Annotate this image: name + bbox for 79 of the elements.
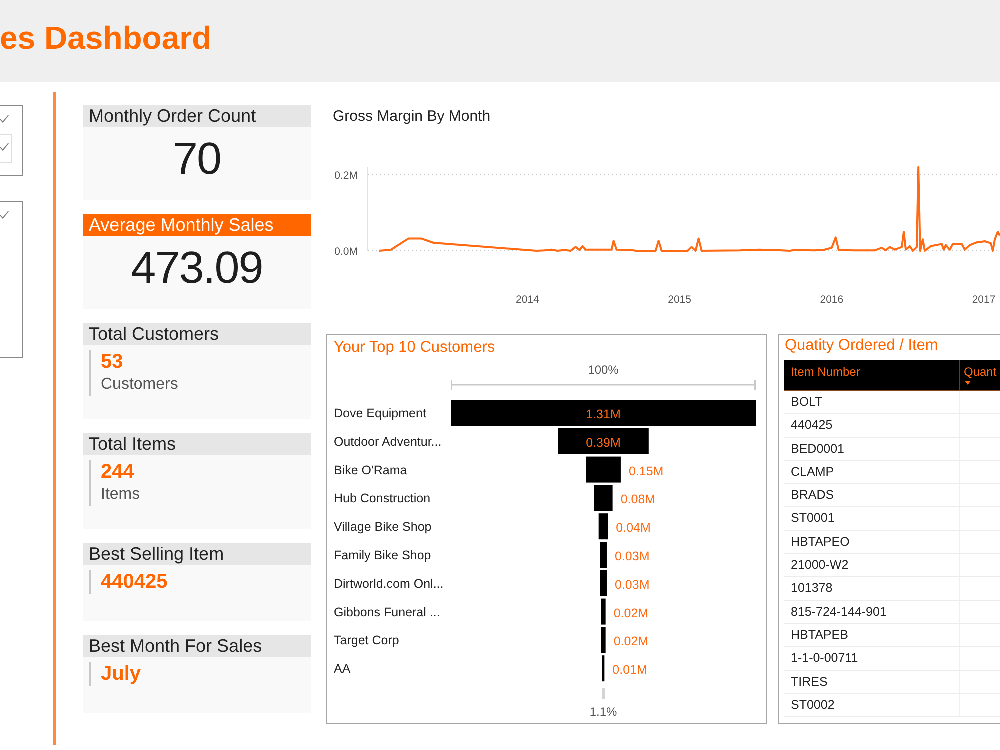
axis-label: 0.0M [334,246,358,258]
table-cell-text: HBTAPEB [790,626,850,644]
table-cell-text: HBTAPEO [790,534,851,551]
value-label: 0.08M [620,492,656,507]
funnel-bar [586,456,621,483]
percent-label: 1.1% [590,705,618,719]
funnel-bar [594,485,613,512]
table-cell-text: 440425 [790,417,834,434]
table-cell-text: 815-724-144-901 [790,604,888,621]
value-label: 0.39M [586,436,621,450]
category-label: AA [334,662,351,676]
table-cell-text: 21000-W2 [790,557,850,574]
category-label: Outdoor Adventur... [334,434,442,449]
value-label: 0.15M [628,464,664,478]
accent-bar [89,350,91,396]
metric-value: 244 [101,460,136,484]
check-icon [0,143,9,151]
metric-value: 70 [172,134,222,184]
axis-label: 0.2M [334,170,358,182]
check-icon [0,211,9,219]
metric-caption: Items [101,485,140,505]
value-label: 0.01M [612,663,648,678]
table-cell-text: CLAMP [790,464,836,481]
metric-value: July [101,662,142,686]
card-header: Average Monthly Sales [83,214,311,236]
card-header: Total Customers [83,323,311,345]
category-label: Target Corp [334,634,400,648]
category-label: Dove Equipment [334,406,426,420]
funnel-bar [600,570,607,596]
table-cell-text: BOLT [790,394,824,411]
category-label: Dirtworld.com Onl... [334,576,444,591]
accent-bar [89,460,91,506]
category-label: Family Bike Shop [334,548,432,562]
funnel-bar [598,514,608,540]
value-label: 1.31M [586,408,621,422]
axis-label: 2015 [668,294,692,306]
panel-title: Your Top 10 Customers [333,338,496,357]
axis-label: 2017 [972,294,996,306]
range-marker [602,688,605,699]
metric-value: 473.09 [131,243,263,293]
value-label: 0.04M [616,521,651,536]
accent-bar [89,662,91,686]
column-header[interactable]: Quant [959,360,1000,390]
value-label: 0.03M [615,550,650,564]
metric-caption: Customers [101,375,178,395]
table-cell-text: 101378 [790,580,834,598]
table-title: Quatity Ordered / Item [784,336,940,356]
table-cell-text: ST0002 [790,696,836,714]
axis-label: 2016 [820,294,844,306]
table-cell-text: BRADS [790,487,836,504]
card-header: Total Items [83,433,311,455]
funnel-bar [601,598,606,625]
table-cell-text: BED0001 [790,440,846,458]
value-label: 0.03M [615,578,650,592]
metric-value: 440425 [101,570,168,594]
table-cell-text: ST0001 [790,510,836,528]
check-icon [0,115,9,123]
funnel-bar [601,627,606,654]
chart-title: Gross Margin By Month [332,108,492,126]
table-cell-text: 1-1-0-00711 [790,650,860,668]
percent-label: 100% [588,363,619,377]
value-label: 0.02M [614,606,649,620]
table-cell-text: TIRES [790,674,829,691]
category-label: Hub Construction [334,492,431,506]
axis-label: 2014 [516,294,540,306]
card-header: Monthly Order Count [83,105,311,127]
funnel-bar [602,656,605,682]
category-label: Village Bike Shop [334,520,432,534]
card-header: Best Month For Sales [83,635,311,657]
category-label: Bike O'Rama [334,463,408,478]
column-header[interactable]: Item Number [784,360,959,390]
metric-value: 53 [101,350,124,374]
value-label: 0.02M [614,634,649,649]
card-header: Best Selling Item [83,543,311,565]
accent-bar [89,570,91,594]
dashboard-title: es Dashboard [0,21,212,57]
funnel-bar [600,542,607,568]
category-label: Gibbons Funeral ... [334,605,440,620]
sort-caret-icon [965,381,971,385]
